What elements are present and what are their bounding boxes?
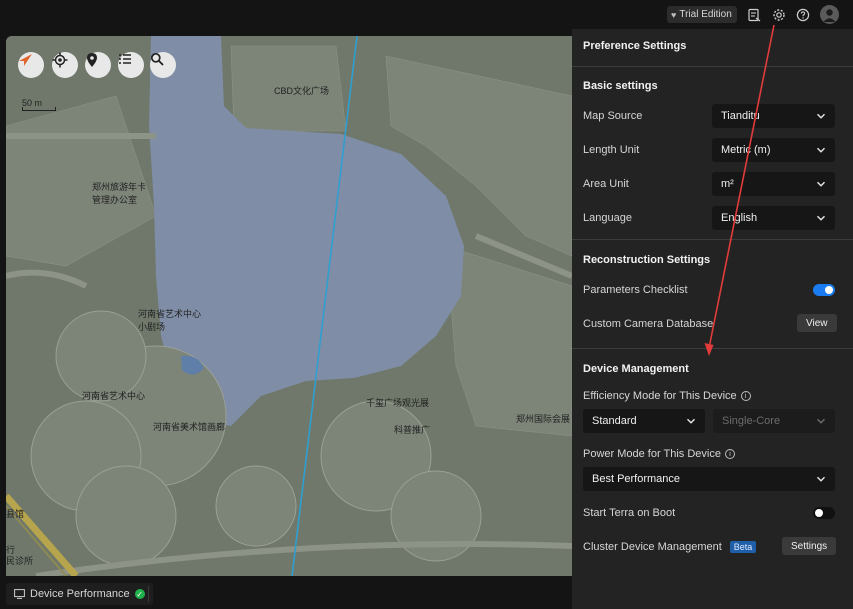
map-label: 小剧场	[138, 322, 166, 332]
avatar[interactable]	[820, 5, 839, 24]
chevron-down-icon	[816, 418, 826, 424]
efficiency-mode-label: Efficiency Mode for This Device i	[583, 390, 751, 402]
info-icon[interactable]: i	[740, 391, 751, 401]
map-source-label: Map Source	[583, 110, 643, 122]
preference-settings-panel: Preference Settings Basic settings Map S…	[572, 29, 853, 609]
language-value: English	[721, 212, 758, 224]
help-icon[interactable]	[794, 6, 811, 23]
view-button[interactable]: View	[797, 314, 837, 332]
device-performance-button[interactable]: Device Performance ✓	[6, 583, 153, 605]
start-on-boot-toggle[interactable]	[813, 507, 835, 519]
chevron-down-icon	[686, 418, 696, 424]
settings-button[interactable]: Settings	[782, 537, 837, 555]
efficiency-mode-text: Efficiency Mode for This Device	[583, 390, 737, 402]
core-mode-select: Single-Core	[713, 409, 835, 433]
area-unit-value: m²	[721, 178, 734, 190]
map-label: 管理办公室	[92, 195, 138, 205]
map-canvas	[6, 36, 572, 576]
chevron-down-icon	[816, 476, 826, 482]
language-select[interactable]: English	[712, 206, 835, 230]
parameters-checklist-toggle[interactable]	[813, 284, 835, 296]
list-icon[interactable]	[118, 52, 144, 78]
map-source-select[interactable]: Tianditu	[712, 104, 835, 128]
efficiency-mode-value: Standard	[592, 415, 637, 427]
divider	[572, 348, 853, 349]
chevron-down-icon	[816, 181, 826, 187]
map-label: CBD文化广场	[274, 86, 330, 96]
power-mode-value: Best Performance	[592, 473, 681, 485]
divider	[572, 66, 853, 67]
info-icon[interactable]: i	[724, 449, 735, 459]
chevron-down-icon	[816, 113, 826, 119]
start-on-boot-label: Start Terra on Boot	[583, 507, 676, 519]
area-unit-select[interactable]: m²	[712, 172, 835, 196]
map-label: 千玺广场观光展	[366, 398, 430, 408]
status-bar: Device Performance ✓	[0, 580, 572, 609]
cluster-device-management-text: Cluster Device Management	[583, 541, 722, 553]
map-label: 郑州国际会展	[516, 414, 571, 424]
custom-camera-database-label: Custom Camera Database	[583, 318, 714, 330]
map-label: 河南省艺术中心	[138, 309, 202, 319]
chevron-down-icon	[816, 215, 826, 221]
pin-icon[interactable]	[85, 52, 111, 78]
language-label: Language	[583, 212, 632, 224]
map-label: 民诊所	[6, 556, 34, 566]
monitor-icon	[14, 589, 25, 599]
section-title-basic: Basic settings	[583, 80, 658, 92]
map-label: 河南省艺术中心	[82, 391, 146, 401]
trial-edition-badge[interactable]: ♥ Trial Edition	[667, 6, 737, 23]
area-unit-label: Area Unit	[583, 178, 629, 190]
map-label: 县馆	[6, 509, 25, 519]
toggle-knob	[815, 509, 823, 517]
beta-badge: Beta	[729, 541, 757, 553]
top-bar: ♥ Trial Edition	[0, 0, 853, 29]
power-mode-select[interactable]: Best Performance	[583, 467, 835, 491]
toggle-knob	[825, 286, 833, 294]
panel-title: Preference Settings	[583, 40, 687, 52]
length-unit-label: Length Unit	[583, 144, 640, 156]
map-source-value: Tianditu	[721, 110, 760, 122]
check-icon: ✓	[134, 589, 145, 599]
power-mode-text: Power Mode for This Device	[583, 448, 721, 460]
device-performance-label: Device Performance	[30, 588, 130, 600]
power-mode-label: Power Mode for This Device i	[583, 448, 735, 460]
map-label: 科普推广	[394, 425, 431, 435]
core-mode-value: Single-Core	[722, 415, 781, 427]
section-title-device: Device Management	[583, 363, 689, 375]
section-title-reconstruction: Reconstruction Settings	[583, 254, 711, 266]
length-unit-value: Metric (m)	[721, 144, 771, 156]
scale-bar	[22, 107, 56, 111]
efficiency-mode-select[interactable]: Standard	[583, 409, 705, 433]
length-unit-select[interactable]: Metric (m)	[712, 138, 835, 162]
locate-icon[interactable]	[52, 52, 78, 78]
heart-icon: ♥	[671, 9, 677, 20]
parameters-checklist-label: Parameters Checklist	[583, 284, 688, 296]
divider	[148, 586, 149, 602]
trial-edition-label: Trial Edition	[679, 9, 732, 20]
map-view[interactable]: CBD文化广场 郑州旅游年卡 管理办公室 河南省艺术中心 小剧场 河南省艺术中心…	[6, 36, 572, 576]
chevron-down-icon	[816, 147, 826, 153]
map-label: 河南省美术馆画廊	[153, 422, 226, 432]
map-label: 郑州旅游年卡	[92, 182, 147, 192]
gear-icon[interactable]	[770, 6, 787, 23]
search-icon[interactable]	[150, 52, 176, 78]
compass-icon[interactable]	[18, 52, 44, 78]
divider	[572, 239, 853, 240]
release-notes-icon[interactable]	[745, 6, 762, 23]
cluster-device-management-label: Cluster Device Management Beta	[583, 541, 757, 553]
